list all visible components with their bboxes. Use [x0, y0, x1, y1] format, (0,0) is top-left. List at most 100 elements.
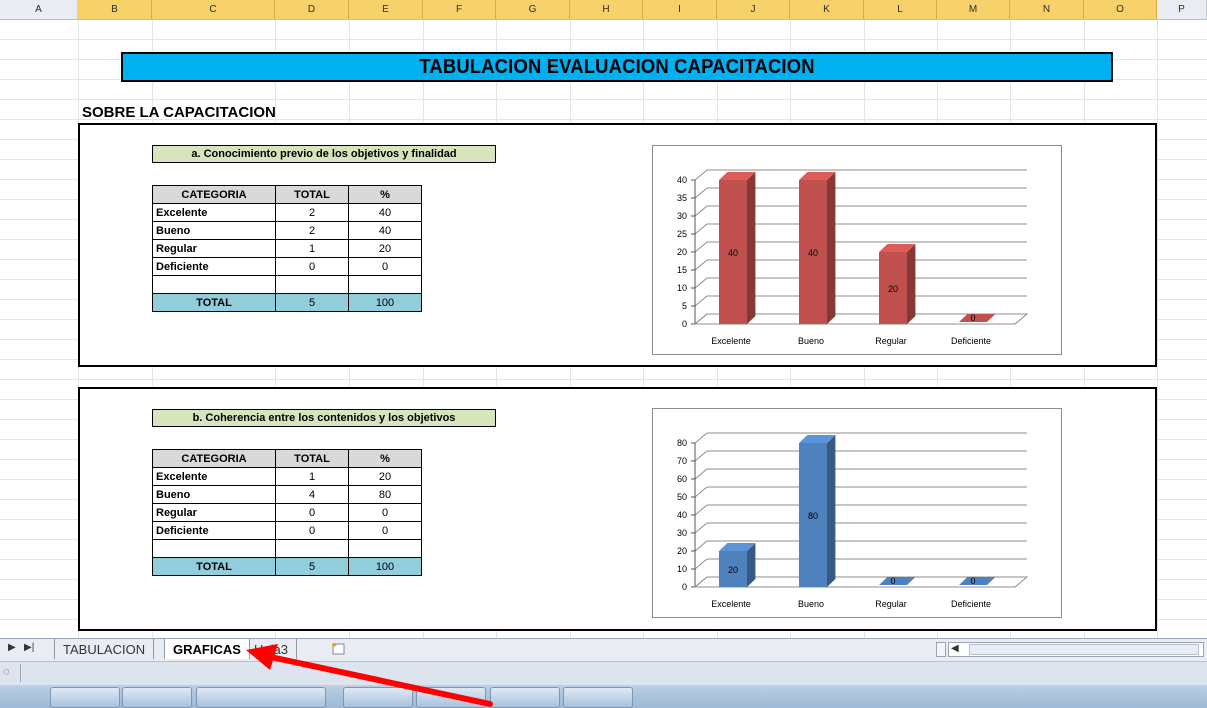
row-total[interactable]: 0	[275, 257, 349, 276]
row-category[interactable]: Deficiente	[152, 257, 276, 276]
empty-cell[interactable]	[275, 275, 349, 294]
header-total[interactable]: TOTAL	[275, 449, 349, 468]
y-tick-label: 10	[677, 283, 687, 293]
header-total[interactable]: TOTAL	[275, 185, 349, 204]
side-gridline	[694, 558, 708, 570]
total-label[interactable]: TOTAL	[152, 557, 276, 576]
header-categoria[interactable]: CATEGORIA	[152, 449, 276, 468]
total-count[interactable]: 5	[275, 293, 349, 312]
row-pct[interactable]: 20	[348, 239, 422, 258]
row-category[interactable]: Deficiente	[152, 521, 276, 540]
bar-side	[827, 172, 836, 324]
question-a-label[interactable]: a. Conocimiento previo de los objetivos …	[152, 145, 496, 163]
table-empty-row	[152, 539, 422, 558]
column-header-d[interactable]: D	[275, 0, 349, 19]
empty-cell[interactable]	[348, 275, 422, 294]
total-count[interactable]: 5	[275, 557, 349, 576]
row-total[interactable]: 2	[275, 221, 349, 240]
column-header-c[interactable]: C	[152, 0, 275, 19]
column-header-j[interactable]: J	[717, 0, 790, 19]
sheet-title[interactable]: TABULACION EVALUACION CAPACITACION	[121, 52, 1113, 82]
row-pct[interactable]: 20	[348, 467, 422, 486]
taskbar-button[interactable]	[50, 687, 120, 708]
taskbar-button[interactable]	[563, 687, 633, 708]
taskbar-button[interactable]	[490, 687, 560, 708]
insert-sheet-icon[interactable]	[330, 639, 348, 659]
row-pct[interactable]: 80	[348, 485, 422, 504]
row-total[interactable]: 0	[275, 503, 349, 522]
y-tick-label: 80	[677, 438, 687, 448]
y-tick-label: 20	[677, 546, 687, 556]
column-header-i[interactable]: I	[643, 0, 717, 19]
x-tick-label: Deficiente	[951, 599, 991, 609]
column-header-o[interactable]: O	[1084, 0, 1157, 19]
column-header-e[interactable]: E	[349, 0, 423, 19]
taskbar-button[interactable]	[343, 687, 413, 708]
y-tick-label: 25	[677, 229, 687, 239]
side-gridline	[694, 205, 708, 217]
row-category[interactable]: Excelente	[152, 203, 276, 222]
table-row: Excelente 2 40	[152, 203, 422, 222]
scrollbar-thumb[interactable]	[969, 644, 1199, 655]
total-pct[interactable]: 100	[348, 557, 422, 576]
empty-cell[interactable]	[275, 539, 349, 558]
column-header-h[interactable]: H	[570, 0, 643, 19]
empty-cell[interactable]	[348, 539, 422, 558]
total-label[interactable]: TOTAL	[152, 293, 276, 312]
y-tick-label: 20	[677, 247, 687, 257]
column-header-m[interactable]: M	[937, 0, 1010, 19]
row-category[interactable]: Regular	[152, 239, 276, 258]
row-total[interactable]: 0	[275, 521, 349, 540]
column-header-l[interactable]: L	[864, 0, 937, 19]
row-pct[interactable]: 0	[348, 257, 422, 276]
column-header-g[interactable]: G	[496, 0, 570, 19]
section-title[interactable]: SOBRE LA CAPACITACION	[82, 104, 276, 121]
scroll-left-icon[interactable]: ◀	[951, 643, 959, 654]
question-b-label[interactable]: b. Coherencia entre los contenidos y los…	[152, 409, 496, 427]
table-row: Deficiente 0 0	[152, 521, 422, 540]
row-category[interactable]: Bueno	[152, 221, 276, 240]
column-header-k[interactable]: K	[790, 0, 864, 19]
scroll-next-sheet-icon[interactable]: ▶	[8, 642, 16, 653]
row-total[interactable]: 2	[275, 203, 349, 222]
taskbar-button[interactable]	[122, 687, 192, 708]
taskbar-button[interactable]	[196, 687, 326, 708]
column-header-p[interactable]: P	[1157, 0, 1207, 19]
sheet-tab-graficas[interactable]: GRAFICAS	[164, 639, 250, 659]
taskbar-button[interactable]	[416, 687, 486, 708]
y-tick-label: 70	[677, 456, 687, 466]
chart-a[interactable]: 0 5 10 15 20 25 30 35 40 40 Excelente 40 Bueno 20 Regu…	[652, 145, 1062, 355]
side-gridline	[694, 432, 708, 444]
total-pct[interactable]: 100	[348, 293, 422, 312]
header-pct[interactable]: %	[348, 185, 422, 204]
row-pct[interactable]: 40	[348, 221, 422, 240]
column-header-f[interactable]: F	[423, 0, 496, 19]
row-pct[interactable]: 40	[348, 203, 422, 222]
empty-cell[interactable]	[152, 275, 276, 294]
x-tick-label: Deficiente	[951, 336, 991, 346]
y-tick-label: 35	[677, 193, 687, 203]
row-total[interactable]: 1	[275, 239, 349, 258]
row-category[interactable]: Regular	[152, 503, 276, 522]
split-box[interactable]	[936, 642, 946, 657]
row-total[interactable]: 4	[275, 485, 349, 504]
x-tick-label: Regular	[875, 336, 907, 346]
header-categoria[interactable]: CATEGORIA	[152, 185, 276, 204]
y-tick-label: 50	[677, 492, 687, 502]
column-header-n[interactable]: N	[1010, 0, 1084, 19]
scroll-last-sheet-icon[interactable]: ▶|	[24, 642, 34, 653]
row-total[interactable]: 1	[275, 467, 349, 486]
header-pct[interactable]: %	[348, 449, 422, 468]
data-label: 0	[970, 313, 975, 323]
row-pct[interactable]: 0	[348, 503, 422, 522]
sheet-tab-tabulacion[interactable]: TABULACION	[54, 639, 155, 659]
chart-b[interactable]: 0 10 20 30 40 50 60 70 80 20 Excelente 80 Bueno 0 Regu…	[652, 408, 1062, 618]
row-pct[interactable]: 0	[348, 521, 422, 540]
sheet-tab-hoja3[interactable]: Hoja3	[246, 639, 297, 659]
column-header-a[interactable]: A	[0, 0, 78, 19]
column-header-b[interactable]: B	[78, 0, 152, 19]
empty-cell[interactable]	[152, 539, 276, 558]
horizontal-scrollbar[interactable]: ◀	[948, 642, 1204, 657]
row-category[interactable]: Bueno	[152, 485, 276, 504]
row-category[interactable]: Excelente	[152, 467, 276, 486]
